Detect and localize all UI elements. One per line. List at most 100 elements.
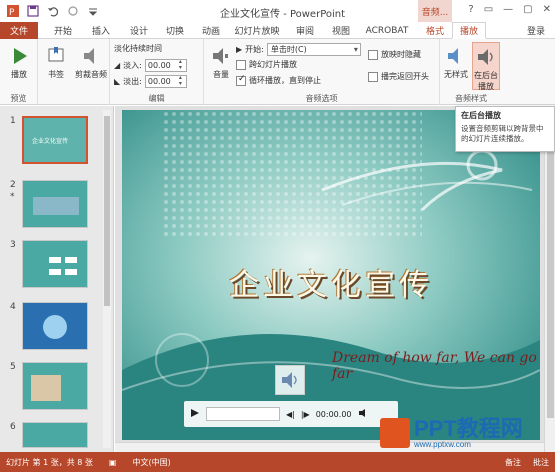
trim-audio-button[interactable]: 剪裁音频 (72, 45, 110, 80)
bookmark-group: 书签 剪裁音频 (38, 39, 110, 105)
help-button[interactable]: ? (468, 4, 473, 15)
tab-insert[interactable]: 插入 (86, 22, 116, 39)
notes-button[interactable]: 备注 (505, 457, 521, 468)
tab-view[interactable]: 视图 (326, 22, 356, 39)
fade-out-spinner[interactable]: 00.00 (144, 75, 187, 88)
start-label: 开始: (245, 45, 264, 54)
loop-label: 循环播放，直到停止 (249, 76, 321, 85)
no-style-button[interactable]: 无样式 (442, 45, 470, 80)
cross-slides-checkbox[interactable] (236, 59, 246, 70)
hide-during-show-checkbox[interactable] (368, 49, 378, 60)
thumbnail-2[interactable] (22, 180, 88, 228)
watermark-url: www.pptxw.com (414, 439, 471, 449)
cross-slides-option[interactable]: 跨幻灯片播放 (236, 59, 297, 70)
bookmark-icon (45, 45, 67, 67)
tab-home[interactable]: 开始 (48, 22, 78, 39)
audio-styles-group: 无样式 在后台播放 音频样式 (440, 39, 502, 105)
tab-format[interactable]: 格式 (418, 22, 452, 39)
audio-options-group: 音量 ▶ 开始: 单击时(C) 跨幻灯片播放 循环播放，直到停止 放映时隐藏 播… (204, 39, 440, 105)
thumbnail-1[interactable]: 企业文化宣传 (22, 116, 88, 164)
player-progress-track[interactable] (206, 407, 280, 421)
tab-transitions[interactable]: 切换 (160, 22, 190, 39)
slide-count: 幻灯片 第 1 张，共 8 张 (6, 457, 93, 467)
redo-icon[interactable] (66, 4, 80, 18)
thumbnail-number: 2 (10, 180, 16, 190)
thumbnail-4[interactable] (22, 302, 88, 350)
trim-audio-label: 剪裁音频 (75, 70, 107, 79)
play-button[interactable]: 播放 (4, 45, 34, 80)
slide-vertical-scrollbar[interactable] (544, 106, 555, 452)
hide-during-show-option[interactable]: 放映时隐藏 (368, 49, 421, 60)
tab-review[interactable]: 审阅 (290, 22, 320, 39)
tooltip-description: 设置音频剪辑以跨背景中的幻灯片连续播放。 (461, 124, 544, 143)
audio-clip-icon[interactable] (275, 365, 305, 395)
thumbnail-number: 5 (10, 362, 16, 372)
play-in-background-label: 在后台播放 (474, 71, 498, 91)
slide-editing-area: 企业文化宣传 Dream of how far, We can go far ◀… (115, 106, 555, 452)
quick-access-toolbar: P (6, 4, 100, 18)
fade-in-spinner[interactable]: 00.00 (144, 59, 187, 72)
slide-thumbnail-pane: 1 企业文化宣传 2 * 3 4 5 6 (0, 106, 114, 452)
loop-checkbox[interactable] (236, 74, 246, 86)
player-play-icon[interactable] (190, 408, 200, 420)
office-logo-icon (380, 418, 410, 448)
window-title: 企业文化宣传 - PowerPoint (220, 9, 346, 20)
fade-in-label: 淡入: (123, 61, 142, 70)
tab-playback[interactable]: 播放 (452, 22, 486, 39)
tab-slideshow[interactable]: 幻灯片放映 (232, 22, 282, 39)
undo-icon[interactable] (46, 4, 60, 18)
slide-title[interactable]: 企业文化宣传 (122, 260, 540, 304)
tab-acrobat[interactable]: ACROBAT (362, 22, 412, 39)
minimize-button[interactable]: — (503, 4, 513, 15)
thumbnail-scrollbar[interactable] (103, 110, 111, 448)
play-in-background-button[interactable]: 在后台播放 (472, 42, 500, 91)
editing-group: 淡化持续时间 ◢ 淡入: 00.00 ◣ 淡出: 00.00 编辑 (110, 39, 204, 105)
rewind-option[interactable]: 播完返回开头 (368, 71, 429, 82)
hide-during-show-label: 放映时隐藏 (381, 50, 421, 59)
loop-option[interactable]: 循环播放，直到停止 (236, 74, 321, 86)
player-back-icon[interactable]: ◀| (286, 410, 295, 419)
comments-button[interactable]: 批注 (533, 457, 549, 468)
current-slide[interactable]: 企业文化宣传 Dream of how far, We can go far ◀… (122, 110, 540, 440)
play-icon (8, 45, 30, 67)
language-indicator[interactable]: 中文(中国) (132, 457, 170, 468)
no-style-icon (445, 45, 467, 67)
tab-animations[interactable]: 动画 (196, 22, 226, 39)
player-time: 00:00.00 (315, 409, 352, 419)
background-audio-icon (475, 46, 497, 68)
ribbon-tabs: 文件 开始 插入 设计 切换 动画 幻灯片放映 审阅 视图 ACROBAT 格式… (0, 22, 555, 39)
rewind-checkbox[interactable] (368, 71, 378, 82)
tab-design[interactable]: 设计 (124, 22, 154, 39)
play-label: 播放 (11, 70, 27, 79)
volume-button[interactable]: 音量 (208, 45, 234, 80)
customize-qat-icon[interactable] (86, 4, 100, 18)
site-watermark: PPT教程网 www.pptxw.com (380, 414, 555, 452)
ribbon-display-button[interactable]: ▭ (484, 4, 493, 15)
cross-slides-label: 跨幻灯片播放 (249, 60, 297, 69)
preview-group: 播放 预览 (0, 39, 38, 105)
start-icon: ▶ (236, 45, 243, 54)
spell-check-icon[interactable]: ▣ (109, 458, 117, 467)
thumbnail-6[interactable] (22, 422, 88, 448)
rewind-label: 播完返回开头 (381, 72, 429, 81)
fade-out-row: ◣ 淡出: 00.00 (114, 75, 187, 88)
start-select[interactable]: 单击时(C) (266, 43, 361, 56)
maximize-button[interactable]: ▢ (523, 4, 532, 15)
preview-group-label: 预览 (10, 94, 27, 103)
ribbon: 播放 预览 书签 剪裁音频 淡化持续时间 ◢ 淡入: 00.00 ◣ 淡出: 0 (0, 39, 555, 105)
sign-in-link[interactable]: 登录 (520, 22, 552, 39)
thumbnail-5[interactable] (22, 362, 88, 410)
bookmarks-button[interactable]: 书签 (42, 45, 70, 80)
save-icon[interactable] (26, 4, 40, 18)
player-forward-icon[interactable]: |▶ (301, 410, 310, 419)
svg-text:P: P (9, 8, 15, 18)
tab-file[interactable]: 文件 (0, 22, 38, 39)
thumbnail-caption: 企业文化宣传 (32, 138, 69, 145)
no-style-label: 无样式 (444, 70, 468, 79)
player-volume-icon[interactable] (358, 408, 368, 420)
window-controls: ? ▭ — ▢ ✕ (468, 4, 551, 15)
slide-subtitle[interactable]: Dream of how far, We can go far (332, 350, 540, 382)
powerpoint-logo-icon: P (6, 4, 20, 18)
thumbnail-3[interactable] (22, 240, 88, 288)
close-button[interactable]: ✕ (543, 4, 551, 15)
